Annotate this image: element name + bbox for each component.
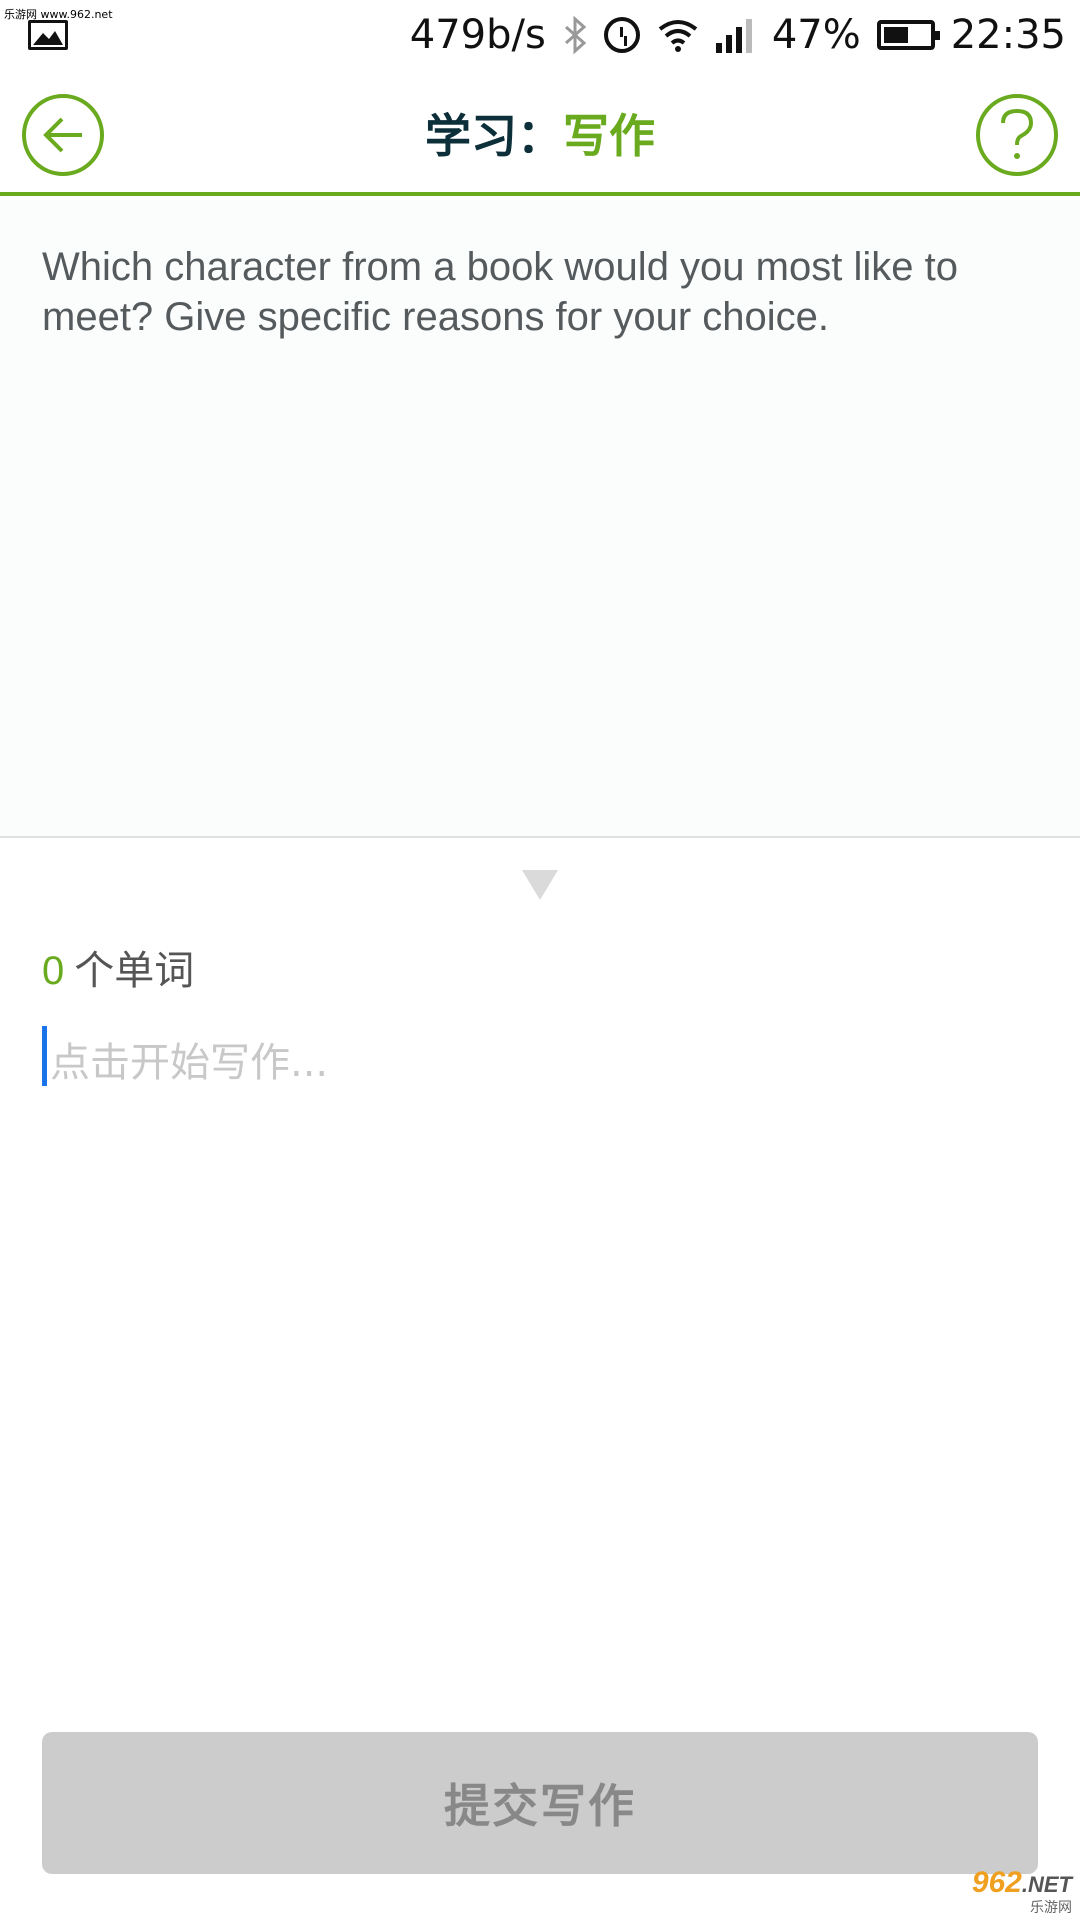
watermark-sub: 乐游网 [1030,1899,1072,1915]
title-prefix: 学习： [425,109,563,163]
word-count: 0 个单词 [42,938,194,996]
help-button[interactable] [976,94,1058,176]
title-section: 写作 [563,109,655,163]
collapse-arrow-icon[interactable] [522,870,558,900]
status-bar: 乐游网 www.962.net 479b/s 47% 22:35 [0,0,1080,70]
watermark-logo: 962 [971,1866,1022,1899]
prompt-text: Which character from a book would you mo… [42,245,958,339]
text-caret [42,1026,47,1086]
bottom-watermark: 962.NET 乐游网 [942,1866,1072,1915]
writing-placeholder: 点击开始写作... [50,1040,329,1086]
word-count-label: 个单词 [74,948,195,994]
status-indicators: 479b/s 47% 22:35 [410,10,1066,60]
submit-writing-button[interactable]: 提交写作 [42,1732,1038,1874]
net-speed: 479b/s [409,12,546,58]
wifi-icon [656,17,700,53]
watermark-suffix: .NET [1021,1872,1072,1897]
prompt-panel: Which character from a book would you mo… [0,200,1080,838]
signal-icon [715,17,756,53]
image-icon [28,20,68,50]
bluetooth-icon [562,15,588,55]
word-count-number: 0 [42,949,65,993]
clock: 22:35 [950,12,1066,58]
alarm-icon [603,17,640,53]
battery-icon [876,20,940,50]
help-icon [1001,108,1034,159]
battery-percent: 47% [771,12,861,58]
writing-input[interactable]: 点击开始写作... [42,1026,1038,1586]
page-title: 学习：写作 [0,100,1080,166]
app-header: 学习：写作 [0,70,1080,196]
